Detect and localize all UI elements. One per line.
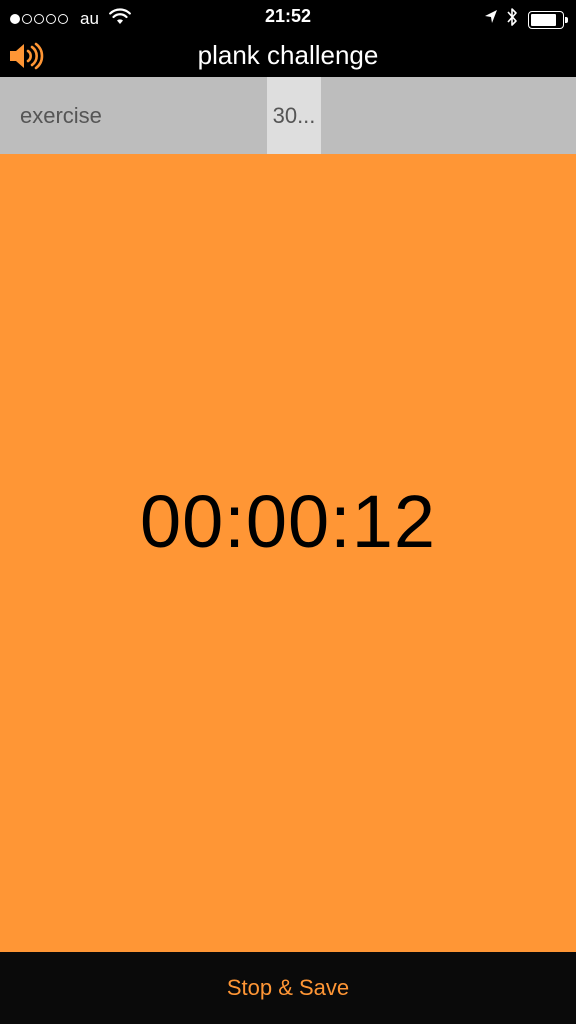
bottom-bar: Stop & Save [0,952,576,1024]
battery-tip [565,16,568,23]
tab-bar: exercise 30... [0,77,576,154]
elapsed-timer: 00:00:12 [139,480,437,563]
tab-exercise[interactable]: exercise [0,77,267,154]
bluetooth-icon [506,7,518,32]
app-screen: au 21:52 plank challenge exercise 30... … [0,0,576,1024]
battery-level-fill [531,13,556,26]
page-title: plank challenge [197,40,379,70]
location-arrow-icon [484,9,498,30]
tab-duration[interactable]: 30... [267,77,321,154]
battery-icon [528,10,568,29]
navigation-bar: plank challenge [0,34,576,77]
stop-save-button[interactable]: Stop & Save [0,952,576,1024]
status-right [484,7,568,32]
status-bar: au 21:52 [0,0,576,34]
timer-panel: 00:00:12 [0,154,576,952]
